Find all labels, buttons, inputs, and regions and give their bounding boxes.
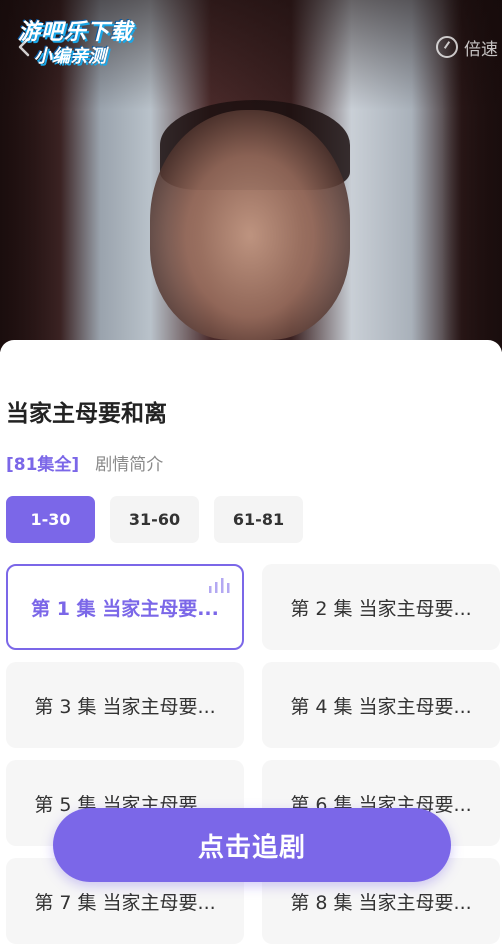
episode-label: 第 1 集 当家主母要... [31, 597, 219, 620]
episode-grid: 第 1 集 当家主母要... 第 2 集 当家主母要... 第 3 集 当家主母… [6, 564, 500, 944]
episode-label: 第 7 集 当家主母要... [34, 891, 216, 914]
video-subject-face [150, 110, 350, 340]
episode-label: 第 3 集 当家主母要... [34, 695, 216, 718]
episode-tile-1[interactable]: 第 1 集 当家主母要... [6, 564, 244, 650]
video-player[interactable]: 游吧乐下载 小编亲测 倍速 [0, 0, 502, 352]
now-playing-icon [208, 576, 232, 593]
synopsis-link[interactable]: 剧情简介 [95, 450, 163, 475]
follow-drama-button[interactable]: 点击追剧 [53, 808, 451, 882]
episode-label: 第 2 集 当家主母要... [290, 597, 472, 620]
speed-label: 倍速 [464, 39, 498, 60]
range-tab-1-30[interactable]: 1-30 [6, 496, 95, 543]
episode-range-tabs: 1-30 31-60 61-81 [6, 496, 303, 543]
speed-icon [436, 36, 458, 58]
watermark-line2: 小编亲测 [34, 46, 106, 67]
episode-count: [81集全] [6, 455, 80, 475]
range-tab-61-81[interactable]: 61-81 [214, 496, 303, 543]
episode-tile-2[interactable]: 第 2 集 当家主母要... [262, 564, 500, 650]
drama-title: 当家主母要和离 [6, 401, 167, 427]
episode-sheet: 当家主母要和离 [81集全] 剧情简介 1-30 31-60 61-81 第 1… [0, 340, 502, 944]
episode-label: 第 8 集 当家主母要... [290, 891, 472, 914]
episode-label: 第 4 集 当家主母要... [290, 695, 472, 718]
playback-speed-button[interactable]: 倍速 [436, 34, 498, 60]
episode-tile-3[interactable]: 第 3 集 当家主母要... [6, 662, 244, 748]
back-arrow-icon[interactable] [14, 36, 36, 58]
range-tab-31-60[interactable]: 31-60 [110, 496, 199, 543]
drama-meta: [81集全] 剧情简介 [6, 450, 163, 475]
episode-tile-4[interactable]: 第 4 集 当家主母要... [262, 662, 500, 748]
